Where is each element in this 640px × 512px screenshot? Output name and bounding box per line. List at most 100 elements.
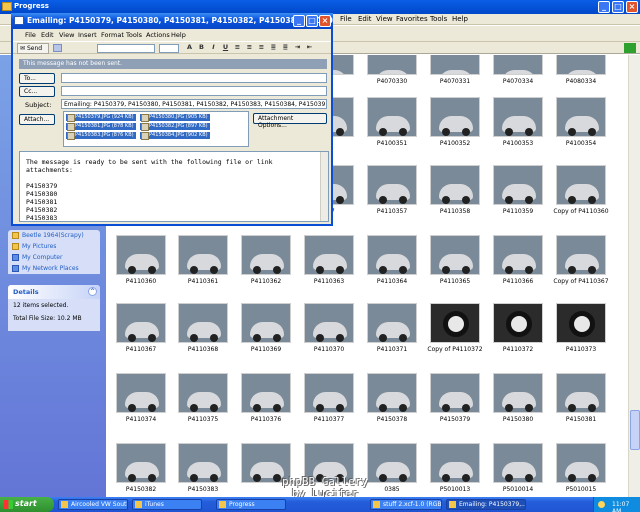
thumbnail-image[interactable] [430,165,480,205]
thumbnail-item[interactable]: P4110377 [298,373,360,423]
font-combo[interactable] [97,44,155,53]
thumbnail-image[interactable] [556,165,606,205]
thumbnail-item[interactable]: P4110358 [424,165,486,215]
thumbnail-image[interactable] [493,303,543,343]
thumbnail-image[interactable] [241,235,291,275]
attachment-list[interactable]: P4150379.JPG (924 KB) P4150380.JPG (905 … [63,111,249,147]
thumbnail-image[interactable] [556,303,606,343]
thumbnail-item[interactable]: P4100351 [361,97,423,147]
thumbnail-image[interactable] [178,373,228,413]
bullets-icon[interactable]: ≣ [269,43,278,53]
save-icon[interactable] [53,44,62,52]
thumbnail-image[interactable] [493,97,543,137]
attachment-item[interactable]: P4150380.JPG (905 KB) [140,114,210,122]
thumbnail-item[interactable]: P4110373 [550,303,612,353]
thumbnail-item[interactable]: P4110360 [110,235,172,285]
menu-favorites[interactable]: Favorites [396,15,428,23]
thumbnail-item[interactable]: P4110371 [361,303,423,353]
bold-icon[interactable]: B [197,43,206,53]
thumbnail-item[interactable]: P4150381 [550,373,612,423]
thumbnail-item[interactable]: P4150380 [487,373,549,423]
thumbnail-image[interactable] [493,165,543,205]
place-my-pictures[interactable]: My Pictures [8,241,100,252]
details-header[interactable]: Details ^ [8,285,100,299]
attachment-item[interactable]: P4150383.JPG (876 KB) [66,132,136,140]
email-menu-view[interactable]: View [59,31,74,39]
close-button[interactable]: × [626,1,638,13]
thumbnail-image[interactable] [556,235,606,275]
menu-help[interactable]: Help [452,15,468,23]
thumbnail-item[interactable]: Copy of P4110360 [550,165,612,215]
indent-icon[interactable]: ⇥ [293,43,302,53]
go-icon[interactable] [624,43,636,53]
thumbnail-item[interactable]: P4110368 [172,303,234,353]
attachment-item[interactable]: P4150382.JPG (897 KB) [140,123,210,131]
thumbnail-item[interactable]: P4150379 [424,373,486,423]
attachment-options-button[interactable]: Attachment Options... [253,113,327,129]
to-field[interactable] [61,73,327,83]
thumbnail-item[interactable]: P4110367 [110,303,172,353]
thumbnail-image[interactable] [304,303,354,343]
thumbnail-image[interactable] [367,235,417,275]
thumbnail-image[interactable] [304,235,354,275]
taskbar-button-vw[interactable]: Aircooled VW South A... [58,499,128,510]
thumbnail-item[interactable]: P4110374 [110,373,172,423]
chevron-up-icon[interactable]: ^ [88,287,97,296]
taskbar-button-itunes[interactable]: iTunes [132,499,202,510]
email-maximize-button[interactable]: □ [306,15,318,27]
thumbnail-item[interactable]: P4110364 [361,235,423,285]
subject-field[interactable]: Emailing: P4150379, P4150380, P4150381, … [61,99,327,109]
thumbnail-image[interactable] [556,97,606,137]
maximize-button[interactable]: □ [612,1,624,13]
tray-icon[interactable] [598,501,605,508]
thumbnail-item[interactable]: P5010014 [487,443,549,493]
thumbnail-image[interactable] [241,373,291,413]
taskbar-button-email[interactable]: Emailing: P4150379,... [446,499,526,510]
thumbnail-item[interactable]: P4070334 [487,55,549,85]
thumbnail-image[interactable] [178,303,228,343]
underline-icon[interactable]: U [221,43,230,53]
email-close-button[interactable]: × [319,15,331,27]
to-button[interactable]: To... [19,73,55,84]
thumbnail-image[interactable] [430,97,480,137]
thumbnail-image[interactable] [430,55,480,75]
thumbnail-image[interactable] [241,303,291,343]
thumbnail-item[interactable]: P4110362 [235,235,297,285]
thumbnail-item[interactable]: P4110357 [361,165,423,215]
taskbar-button-gimp[interactable]: stuff 2.xcf-1.0 (RGB,... [370,499,442,510]
thumbnail-image[interactable] [493,55,543,75]
thumbnail-item[interactable]: P4070331 [424,55,486,85]
email-menu-file[interactable]: File [25,31,36,39]
thumbnail-item[interactable]: P4150378 [361,373,423,423]
vertical-scrollbar[interactable] [628,55,640,497]
thumbnail-item[interactable]: P4100352 [424,97,486,147]
thumbnail-image[interactable] [367,303,417,343]
size-combo[interactable] [159,44,179,53]
thumbnail-item[interactable]: P4110376 [235,373,297,423]
thumbnail-image[interactable] [556,373,606,413]
thumbnail-item[interactable]: Copy of P4110372 [424,303,486,353]
thumbnail-item[interactable]: P4110372 [487,303,549,353]
thumbnail-image[interactable] [178,235,228,275]
thumbnail-item[interactable]: P4150382 [110,443,172,493]
thumbnail-image[interactable] [493,443,543,483]
email-menu-edit[interactable]: Edit [41,31,54,39]
thumbnail-item[interactable]: P4150383 [172,443,234,493]
message-body[interactable]: The message is ready to be sent with the… [19,151,329,222]
thumbnail-item[interactable]: P4110370 [298,303,360,353]
align-right-icon[interactable]: ≡ [257,43,266,53]
thumbnail-item[interactable]: P4100354 [550,97,612,147]
email-menu-insert[interactable]: Insert [78,31,97,39]
thumbnail-item[interactable]: P4070330 [361,55,423,85]
thumbnail-item[interactable]: P4110366 [487,235,549,285]
taskbar-button-progress[interactable]: Progress [216,499,286,510]
thumbnail-image[interactable] [493,235,543,275]
explorer-title-bar[interactable]: Progress _ □ × [0,0,640,14]
align-left-icon[interactable]: ≡ [233,43,242,53]
thumbnail-image[interactable] [430,443,480,483]
thumbnail-image[interactable] [367,97,417,137]
thumbnail-image[interactable] [116,373,166,413]
align-center-icon[interactable]: ≡ [245,43,254,53]
thumbnail-image[interactable] [556,55,606,75]
scrollbar-thumb[interactable] [630,410,640,450]
